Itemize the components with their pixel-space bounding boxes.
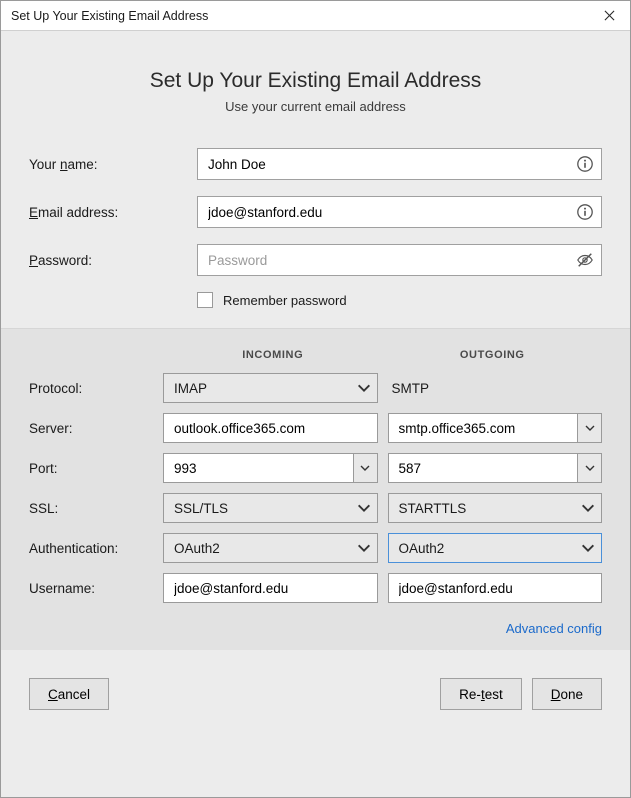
page-title: Set Up Your Existing Email Address xyxy=(25,69,606,93)
outgoing-server-dropdown[interactable] xyxy=(577,413,602,443)
remember-row: Remember password xyxy=(197,292,602,308)
password-row: Password: xyxy=(29,244,602,276)
server-section: INCOMING OUTGOING Protocol: IMAP SMTP Se… xyxy=(1,328,630,650)
name-input[interactable] xyxy=(197,148,602,180)
incoming-protocol-select[interactable]: IMAP xyxy=(163,373,378,403)
server-row: Server: xyxy=(29,413,602,443)
auth-label: Authentication: xyxy=(29,541,153,556)
window-title: Set Up Your Existing Email Address xyxy=(11,9,208,23)
server-label: Server: xyxy=(29,421,153,436)
username-label: Username: xyxy=(29,581,153,596)
chevron-down-icon xyxy=(584,462,596,474)
titlebar: Set Up Your Existing Email Address xyxy=(1,1,630,31)
outgoing-port-dropdown[interactable] xyxy=(577,453,602,483)
done-button[interactable]: Done xyxy=(532,678,602,710)
email-row: Email address: xyxy=(29,196,602,228)
incoming-username-input[interactable] xyxy=(163,573,378,603)
email-label: Email address: xyxy=(29,205,197,220)
outgoing-auth-select[interactable]: OAuth2 xyxy=(388,533,603,563)
outgoing-server-input[interactable] xyxy=(388,413,578,443)
advanced-config-link[interactable]: Advanced config xyxy=(506,621,602,636)
name-label: Your name: xyxy=(29,157,197,172)
page-subtitle: Use your current email address xyxy=(25,99,606,114)
chevron-down-icon xyxy=(584,422,596,434)
ssl-label: SSL: xyxy=(29,501,153,516)
chevron-down-icon xyxy=(359,462,371,474)
email-setup-window: Set Up Your Existing Email Address Set U… xyxy=(0,0,631,798)
retest-button[interactable]: Re-test xyxy=(440,678,522,710)
ssl-row: SSL: SSL/TLS STARTTLS xyxy=(29,493,602,523)
incoming-port-dropdown[interactable] xyxy=(353,453,378,483)
info-icon[interactable] xyxy=(576,203,594,221)
outgoing-head: OUTGOING xyxy=(383,349,603,361)
outgoing-port-input[interactable] xyxy=(388,453,578,483)
name-row: Your name: xyxy=(29,148,602,180)
port-row: Port: xyxy=(29,453,602,483)
protocol-row: Protocol: IMAP SMTP xyxy=(29,373,602,403)
cancel-button[interactable]: Cancel xyxy=(29,678,109,710)
outgoing-ssl-select[interactable]: STARTTLS xyxy=(388,493,603,523)
email-input[interactable] xyxy=(197,196,602,228)
close-icon xyxy=(604,10,615,21)
server-columns-head: INCOMING OUTGOING xyxy=(29,349,602,361)
outgoing-protocol-static: SMTP xyxy=(388,373,603,403)
visibility-off-icon[interactable] xyxy=(576,251,594,269)
incoming-server-input[interactable] xyxy=(163,413,378,443)
protocol-label: Protocol: xyxy=(29,381,153,396)
remember-label: Remember password xyxy=(223,293,347,308)
auth-row: Authentication: OAuth2 OAuth2 xyxy=(29,533,602,563)
header-block: Set Up Your Existing Email Address Use y… xyxy=(1,31,630,138)
advanced-config-row: Advanced config xyxy=(29,613,602,636)
close-button[interactable] xyxy=(594,4,624,28)
password-label: Password: xyxy=(29,253,197,268)
port-label: Port: xyxy=(29,461,153,476)
username-row: Username: xyxy=(29,573,602,603)
incoming-auth-select[interactable]: OAuth2 xyxy=(163,533,378,563)
identity-form: Your name: Email address: xyxy=(1,138,630,328)
incoming-port-input[interactable] xyxy=(163,453,353,483)
info-icon[interactable] xyxy=(576,155,594,173)
incoming-head: INCOMING xyxy=(163,349,383,361)
footer: Cancel Re-test Done xyxy=(1,650,630,738)
incoming-ssl-select[interactable]: SSL/TLS xyxy=(163,493,378,523)
remember-checkbox[interactable] xyxy=(197,292,213,308)
content-area: Set Up Your Existing Email Address Use y… xyxy=(1,31,630,797)
password-input[interactable] xyxy=(197,244,602,276)
outgoing-username-input[interactable] xyxy=(388,573,603,603)
